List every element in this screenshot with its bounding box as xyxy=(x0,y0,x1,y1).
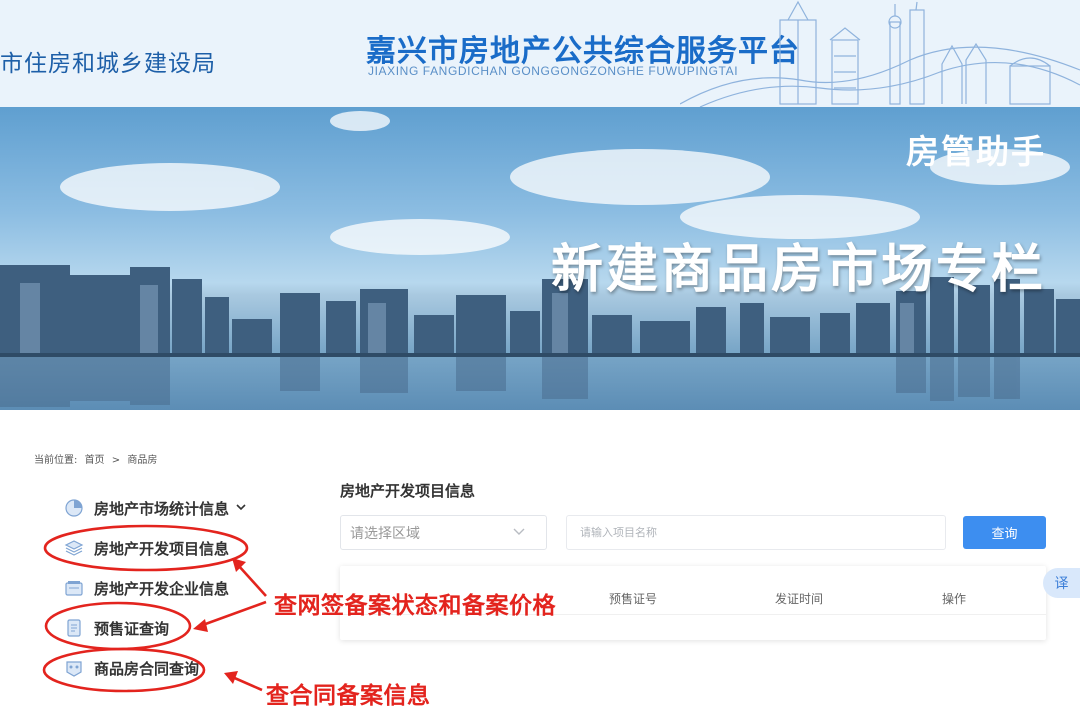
sidebar-item-contract-query[interactable]: 商品房合同查询 xyxy=(64,655,199,681)
annotation-contract-info: 查合同备案信息 xyxy=(266,683,431,709)
column-header-actions: 操作 xyxy=(942,592,967,606)
layers-icon xyxy=(64,538,84,558)
banner-tag: 房管助手 xyxy=(906,132,1046,171)
column-header-issue-date: 发证时间 xyxy=(775,592,824,606)
sidebar-item-presale-permit[interactable]: 预售证查询 xyxy=(64,615,169,641)
skyline-illustration xyxy=(680,0,1080,107)
chevron-down-icon[interactable] xyxy=(235,501,247,516)
hero-banner: 房管助手 新建商品房市场专栏 xyxy=(0,107,1080,410)
sidebar-item-label: 房地产市场统计信息 xyxy=(94,499,230,518)
contract-icon xyxy=(64,658,84,678)
sidebar-item-label: 房地产开发项目信息 xyxy=(94,539,230,558)
breadcrumb-current: 商品房 xyxy=(127,455,158,466)
sidebar-item-label: 房地产开发企业信息 xyxy=(94,579,230,598)
sidebar-item-label: 商品房合同查询 xyxy=(94,659,200,678)
region-select[interactable]: 请选择区域 xyxy=(340,515,547,550)
query-button[interactable]: 查询 xyxy=(963,516,1046,549)
banner-title: 新建商品房市场专栏 xyxy=(550,239,1046,300)
document-icon xyxy=(64,618,84,638)
breadcrumb-home[interactable]: 首页 xyxy=(85,455,105,466)
column-header-permit-number: 预售证号 xyxy=(609,592,658,606)
breadcrumb: 当前位置: 首页 > 商品房 xyxy=(34,451,161,466)
sidebar-item-project-info[interactable]: 房地产开发项目信息 xyxy=(64,535,229,561)
sidebar-item-label: 预售证查询 xyxy=(94,619,170,638)
chevron-down-icon xyxy=(512,524,526,542)
sidebar-item-enterprise-info[interactable]: 房地产开发企业信息 xyxy=(64,575,229,601)
translate-button[interactable]: 译 xyxy=(1043,568,1080,598)
sidebar-item-market-stats[interactable]: 房地产市场统计信息 xyxy=(64,495,247,521)
pie-chart-icon xyxy=(64,498,84,518)
project-name-input[interactable] xyxy=(566,515,946,550)
agency-name[interactable]: 市住房和城乡建设局 xyxy=(0,44,216,78)
breadcrumb-label: 当前位置: xyxy=(34,455,78,466)
region-select-value: 请选择区域 xyxy=(350,525,420,542)
site-header: 市住房和城乡建设局 嘉兴市房地产公共综合服务平台 JIAXING FANGDIC… xyxy=(0,0,1080,107)
section-title: 房地产开发项目信息 xyxy=(340,482,476,500)
folder-card-icon xyxy=(64,578,84,598)
sidebar: 房地产市场统计信息 房地产开发项目信息 房地产开发企业信息 预售证查询 商品房合… xyxy=(34,478,294,708)
breadcrumb-separator: > xyxy=(111,455,121,466)
annotation-signing-status: 查网签备案状态和备案价格 xyxy=(274,593,556,619)
